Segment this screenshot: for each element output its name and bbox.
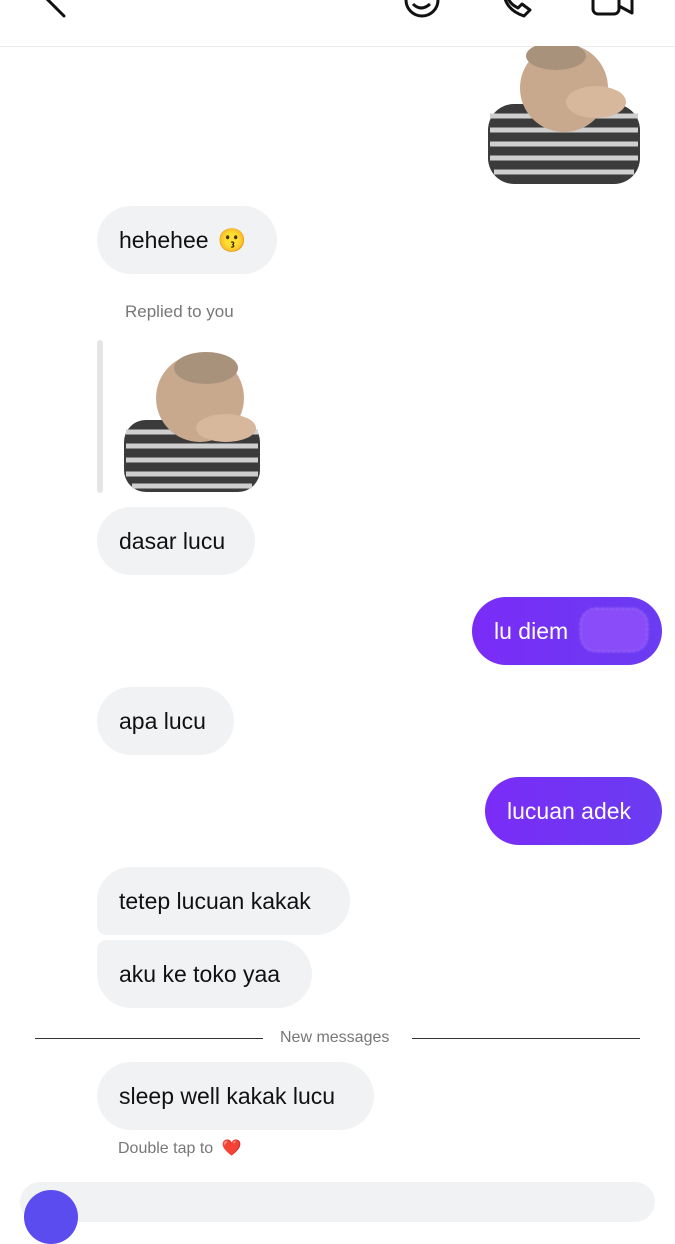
message-text: hehehee — [119, 226, 209, 253]
message-text: lu diem — [494, 617, 569, 644]
message-bubble-incoming[interactable]: dasar lucu — [97, 507, 255, 575]
phone-icon[interactable] — [498, 0, 538, 22]
divider-line-right — [412, 1038, 640, 1039]
kissing-face-emoji: 😗 — [217, 226, 247, 253]
double-tap-text: Double tap to — [118, 1140, 214, 1157]
message-text: dasar lucu — [119, 527, 226, 554]
message-text: tetep lucuan kakak — [119, 887, 311, 914]
divider-line-left — [35, 1038, 263, 1039]
message-text: aku ke toko yaa — [119, 960, 281, 987]
message-bubble-incoming[interactable]: aku ke toko yaa — [97, 940, 312, 1008]
redacted-scribble — [580, 608, 648, 652]
message-bubble-incoming[interactable]: sleep well kakak lucu — [97, 1062, 374, 1130]
back-arrow-icon[interactable] — [38, 0, 68, 20]
message-bubble-incoming[interactable]: apa lucu — [97, 687, 234, 755]
message-text: sleep well kakak lucu — [119, 1082, 336, 1109]
sticker-face-icon[interactable] — [400, 0, 446, 22]
heart-icon: ❤️ — [221, 1140, 242, 1157]
video-camera-icon[interactable] — [590, 0, 636, 20]
new-messages-label: New messages — [280, 1029, 390, 1046]
baby-facepalm-sticker[interactable] — [486, 46, 642, 186]
message-bubble-outgoing[interactable]: lucuan adek — [485, 777, 662, 845]
message-text: apa lucu — [119, 707, 206, 734]
message-text: lucuan adek — [507, 797, 632, 824]
replied-to-you-label: Replied to you — [125, 302, 234, 321]
message-bubble-incoming[interactable]: tetep lucuan kakak — [97, 867, 350, 935]
message-bubble-incoming[interactable]: hehehee 😗 — [97, 206, 277, 274]
quoted-baby-sticker[interactable] — [122, 350, 262, 494]
reply-quote-bar — [97, 340, 103, 493]
chat-header — [0, 0, 675, 47]
camera-button[interactable] — [24, 1190, 78, 1244]
double-tap-hint: Double tap to ❤️ — [118, 1138, 242, 1158]
message-composer[interactable] — [20, 1182, 655, 1222]
